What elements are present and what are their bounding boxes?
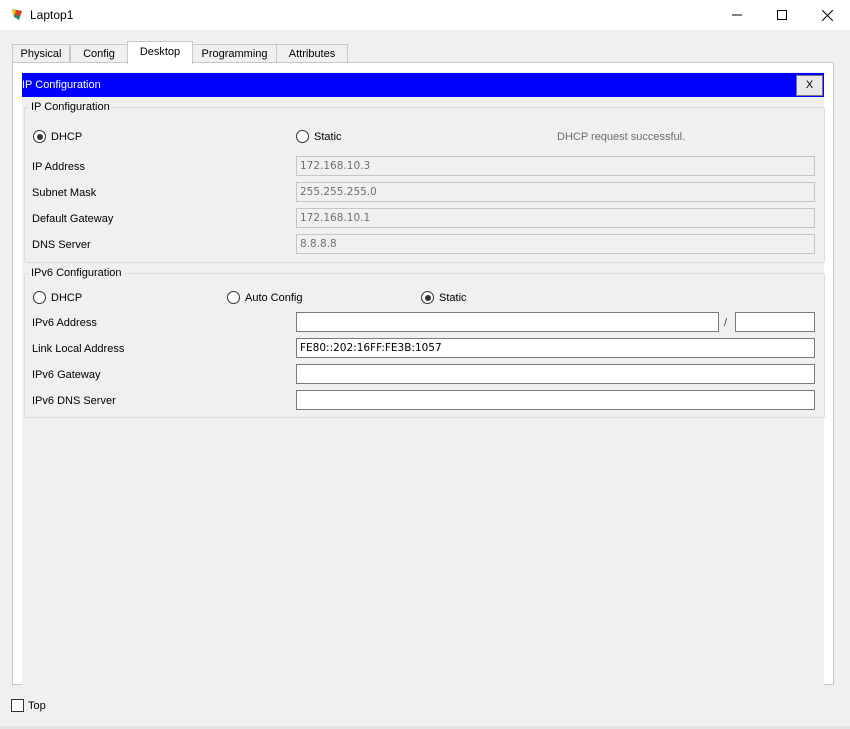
close-panel-button[interactable]: X xyxy=(796,75,823,96)
maximize-button[interactable] xyxy=(759,0,805,30)
default-gateway-label: Default Gateway xyxy=(32,213,114,225)
tab-physical[interactable]: Physical xyxy=(12,44,70,63)
minimize-button[interactable] xyxy=(714,0,760,30)
ip-configuration-header xyxy=(22,73,824,97)
ipv6-static-label[interactable]: Static xyxy=(439,292,467,304)
ipv6-dns-server-field[interactable] xyxy=(296,390,815,410)
ip-address-field[interactable]: 172.168.10.3 xyxy=(296,156,815,176)
link-local-address-label: Link Local Address xyxy=(32,343,125,355)
minimize-icon xyxy=(732,14,742,16)
app-icon xyxy=(10,7,24,21)
ipv6-gateway-label: IPv6 Gateway xyxy=(32,369,101,381)
tab-programming[interactable]: Programming xyxy=(192,44,277,63)
close-window-button[interactable] xyxy=(804,0,850,30)
ipv6-static-radio[interactable] xyxy=(421,291,434,304)
default-gateway-field[interactable]: 172.168.10.1 xyxy=(296,208,815,228)
ipv6-dhcp-label[interactable]: DHCP xyxy=(51,292,82,304)
window-title: Laptop1 xyxy=(30,8,74,22)
ipv6-config-legend: IPv6 Configuration xyxy=(29,267,124,279)
ip-address-label: IP Address xyxy=(32,161,85,173)
ipv4-static-radio[interactable] xyxy=(296,130,309,143)
ipv6-auto-config-radio[interactable] xyxy=(227,291,240,304)
subnet-mask-field[interactable]: 255.255.255.0 xyxy=(296,182,815,202)
tab-attributes[interactable]: Attributes xyxy=(276,44,348,63)
ipv4-config-legend: IP Configuration xyxy=(29,101,112,113)
ipv6-dhcp-radio[interactable] xyxy=(33,291,46,304)
tab-config[interactable]: Config xyxy=(70,44,128,63)
ipv4-dhcp-label[interactable]: DHCP xyxy=(51,131,82,143)
subnet-mask-label: Subnet Mask xyxy=(32,187,97,199)
ipv6-gateway-field[interactable] xyxy=(296,364,815,384)
ipv6-dns-server-label: IPv6 DNS Server xyxy=(32,395,116,407)
tab-desktop[interactable]: Desktop xyxy=(127,41,193,64)
top-checkbox-label[interactable]: Top xyxy=(28,700,46,712)
ipv4-static-label[interactable]: Static xyxy=(314,131,342,143)
maximize-icon xyxy=(777,10,787,20)
ip-configuration-title: IP Configuration xyxy=(22,79,101,91)
ipv6-auto-config-label[interactable]: Auto Config xyxy=(245,292,302,304)
ipv6-prefix-length-field[interactable] xyxy=(735,312,815,332)
close-icon xyxy=(821,9,833,21)
link-local-address-field[interactable]: FE80::202:16FF:FE3B:1057 xyxy=(296,338,815,358)
ipv6-address-label: IPv6 Address xyxy=(32,317,97,329)
dhcp-status-message: DHCP request successful. xyxy=(557,131,686,143)
top-checkbox[interactable] xyxy=(11,699,24,712)
dns-server-label: DNS Server xyxy=(32,239,91,251)
dns-server-field[interactable]: 8.8.8.8 xyxy=(296,234,815,254)
ipv6-address-field[interactable] xyxy=(296,312,719,332)
ipv4-dhcp-radio[interactable] xyxy=(33,130,46,143)
prefix-separator: / xyxy=(724,317,728,329)
